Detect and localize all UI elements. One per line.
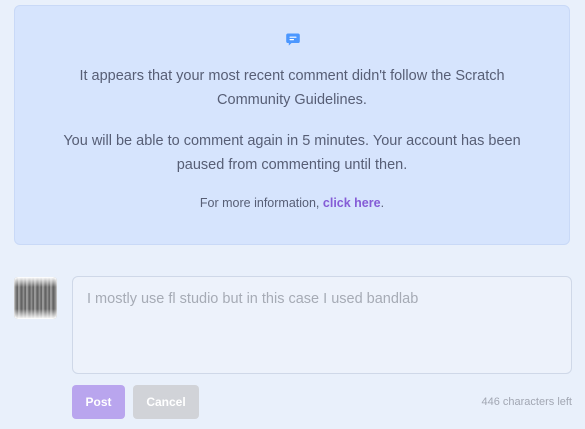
- more-info-suffix: .: [380, 196, 385, 210]
- more-info-prefix: For more information,: [199, 196, 323, 210]
- user-avatar[interactable]: [14, 277, 57, 319]
- characters-left-counter: 446 characters left: [481, 396, 573, 408]
- notice-text-line: It appears that your most recent comment…: [79, 68, 505, 84]
- notice-text-line: Community Guidelines.: [217, 92, 367, 108]
- post-button[interactable]: Post: [72, 385, 125, 419]
- notice-text-line: You will be able to comment again in 5 m…: [63, 133, 521, 149]
- comment-textarea[interactable]: I mostly use fl studio but in this case …: [72, 276, 572, 374]
- cancel-button[interactable]: Cancel: [133, 385, 199, 419]
- click-here-link[interactable]: click here: [323, 196, 381, 210]
- comment-muted-notice: It appears that your most recent comment…: [14, 5, 570, 245]
- more-info-text: For more information, click here.: [15, 194, 569, 212]
- notice-text-line: paused from commenting until then.: [176, 157, 408, 173]
- speech-bubble-icon: [286, 33, 300, 46]
